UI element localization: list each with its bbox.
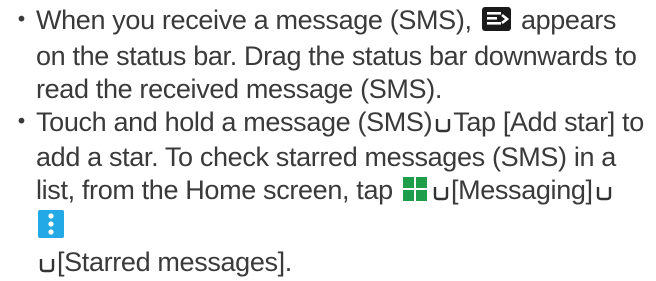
bullet-dot: ・ bbox=[8, 5, 35, 35]
menu-icon bbox=[38, 210, 64, 246]
manual-page: ・ When you receive a message (SMS), appe… bbox=[0, 0, 656, 277]
step-arrow-icon bbox=[432, 176, 450, 209]
apps-grid-icon bbox=[402, 176, 428, 210]
bullet-item-sms-notification: ・ When you receive a message (SMS), appe… bbox=[4, 4, 648, 106]
item2-text-3: [Messaging] bbox=[450, 175, 593, 205]
bullet-item-add-star: ・ Touch and hold a message (SMS) Tap [Add… bbox=[4, 106, 648, 281]
item2-text-4: [Starred messages]. bbox=[57, 247, 292, 277]
step-arrow-icon bbox=[434, 108, 452, 141]
bullet-list: ・ When you receive a message (SMS), appe… bbox=[4, 4, 648, 281]
step-arrow-icon bbox=[595, 176, 613, 209]
message-notification-icon bbox=[481, 6, 512, 40]
item1-text-1: When you receive a message (SMS), bbox=[36, 5, 472, 35]
item2-text-1: Touch and hold a message (SMS) bbox=[36, 107, 433, 137]
step-arrow-icon bbox=[38, 248, 56, 281]
bullet-dot: ・ bbox=[8, 107, 35, 137]
